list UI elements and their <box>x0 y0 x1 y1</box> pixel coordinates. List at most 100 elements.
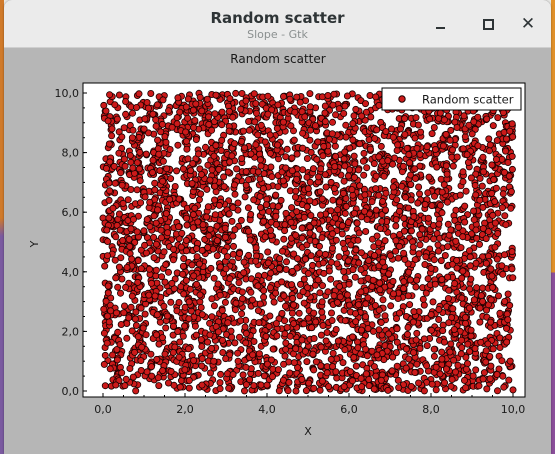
scatter-point <box>353 219 361 227</box>
scatter-point <box>491 243 499 251</box>
scatter-point <box>311 237 319 245</box>
scatter-point <box>144 104 152 112</box>
scatter-point <box>254 369 262 377</box>
scatter-point <box>335 253 343 261</box>
scatter-point <box>252 141 260 149</box>
scatter-point <box>267 163 275 171</box>
scatter-point <box>434 247 442 255</box>
scatter-point <box>157 293 165 301</box>
scatter-point <box>105 318 113 326</box>
scatter-point <box>179 262 187 270</box>
scatter-point <box>191 204 199 212</box>
scatter-point <box>142 249 150 257</box>
scatter-point <box>483 115 491 123</box>
scatter-point <box>177 243 185 251</box>
scatter-point <box>193 253 201 261</box>
scatter-point <box>154 374 162 382</box>
scatter-point <box>281 302 289 310</box>
scatter-point <box>400 284 408 292</box>
scatter-point <box>152 122 160 130</box>
scatter-point <box>130 215 138 223</box>
scatter-point <box>217 370 225 378</box>
scatter-point <box>470 296 478 304</box>
scatter-point <box>345 280 353 288</box>
scatter-point <box>377 376 385 384</box>
scatter-point <box>158 273 166 281</box>
scatter-point <box>496 309 504 317</box>
scatter-point <box>303 173 311 181</box>
scatter-point <box>254 131 262 139</box>
scatter-point <box>302 387 310 395</box>
scatter-point <box>186 285 194 293</box>
scatter-point <box>401 131 409 139</box>
scatter-point <box>438 275 446 283</box>
maximize-button[interactable] <box>476 12 500 36</box>
scatter-point <box>275 265 283 273</box>
scatter-point <box>245 251 253 259</box>
scatter-point <box>424 214 432 222</box>
scatter-point <box>356 140 364 148</box>
scatter-point <box>472 191 480 199</box>
scatter-point <box>389 183 397 191</box>
scatter-point <box>351 309 359 317</box>
scatter-point <box>393 362 401 370</box>
minimize-button[interactable] <box>428 12 452 36</box>
scatter-point <box>233 165 241 173</box>
scatter-point <box>142 331 150 339</box>
scatter-point <box>273 332 281 340</box>
scatter-point <box>409 349 417 357</box>
scatter-point <box>211 110 219 118</box>
scatter-point <box>440 116 448 124</box>
scatter-point <box>428 202 436 210</box>
scatter-point <box>400 214 408 222</box>
scatter-point <box>299 288 307 296</box>
scatter-point <box>349 191 357 199</box>
scatter-point <box>371 135 379 143</box>
scatter-point <box>245 126 253 134</box>
scatter-point <box>411 134 419 142</box>
scatter-point <box>340 155 348 163</box>
scatter-point <box>446 136 454 144</box>
scatter-point <box>479 375 487 383</box>
scatter-point <box>459 267 467 275</box>
scatter-point <box>281 221 289 229</box>
scatter-point <box>230 140 238 148</box>
scatter-point <box>278 309 286 317</box>
scatter-point <box>217 147 225 155</box>
scatter-point <box>506 357 514 365</box>
x-tick-label: 8,0 <box>422 403 440 416</box>
scatter-point <box>334 206 342 214</box>
scatter-point <box>398 182 406 190</box>
scatter-point <box>185 315 193 323</box>
scatter-point <box>331 214 339 222</box>
scatter-point <box>105 214 113 222</box>
scatter-point <box>461 313 469 321</box>
scatter-point <box>482 358 490 366</box>
scatter-point <box>266 284 274 292</box>
close-button[interactable]: ✕ <box>516 12 540 36</box>
scatter-point <box>161 350 169 358</box>
scatter-point <box>145 265 153 273</box>
y-tick-label: 6,0 <box>62 206 80 219</box>
scatter-point <box>377 142 385 150</box>
scatter-point <box>222 355 230 363</box>
scatter-point <box>169 256 177 264</box>
scatter-point <box>252 109 260 117</box>
scatter-point <box>476 196 484 204</box>
scatter-point <box>162 261 170 269</box>
scatter-point <box>459 233 467 241</box>
scatter-point <box>176 383 184 391</box>
scatter-point <box>173 307 181 315</box>
scatter-point <box>392 216 400 224</box>
scatter-point <box>128 134 136 142</box>
scatter-point <box>437 175 445 183</box>
scatter-point <box>197 190 205 198</box>
scatter-point <box>487 265 495 273</box>
scatter-point <box>430 256 438 264</box>
scatter-point <box>378 331 386 339</box>
scatter-point <box>465 247 473 255</box>
scatter-point <box>309 350 317 358</box>
scatter-point <box>321 102 329 110</box>
scatter-point <box>382 189 390 197</box>
title-bar[interactable]: Random scatter Slope - Gtk ✕ <box>4 0 551 48</box>
